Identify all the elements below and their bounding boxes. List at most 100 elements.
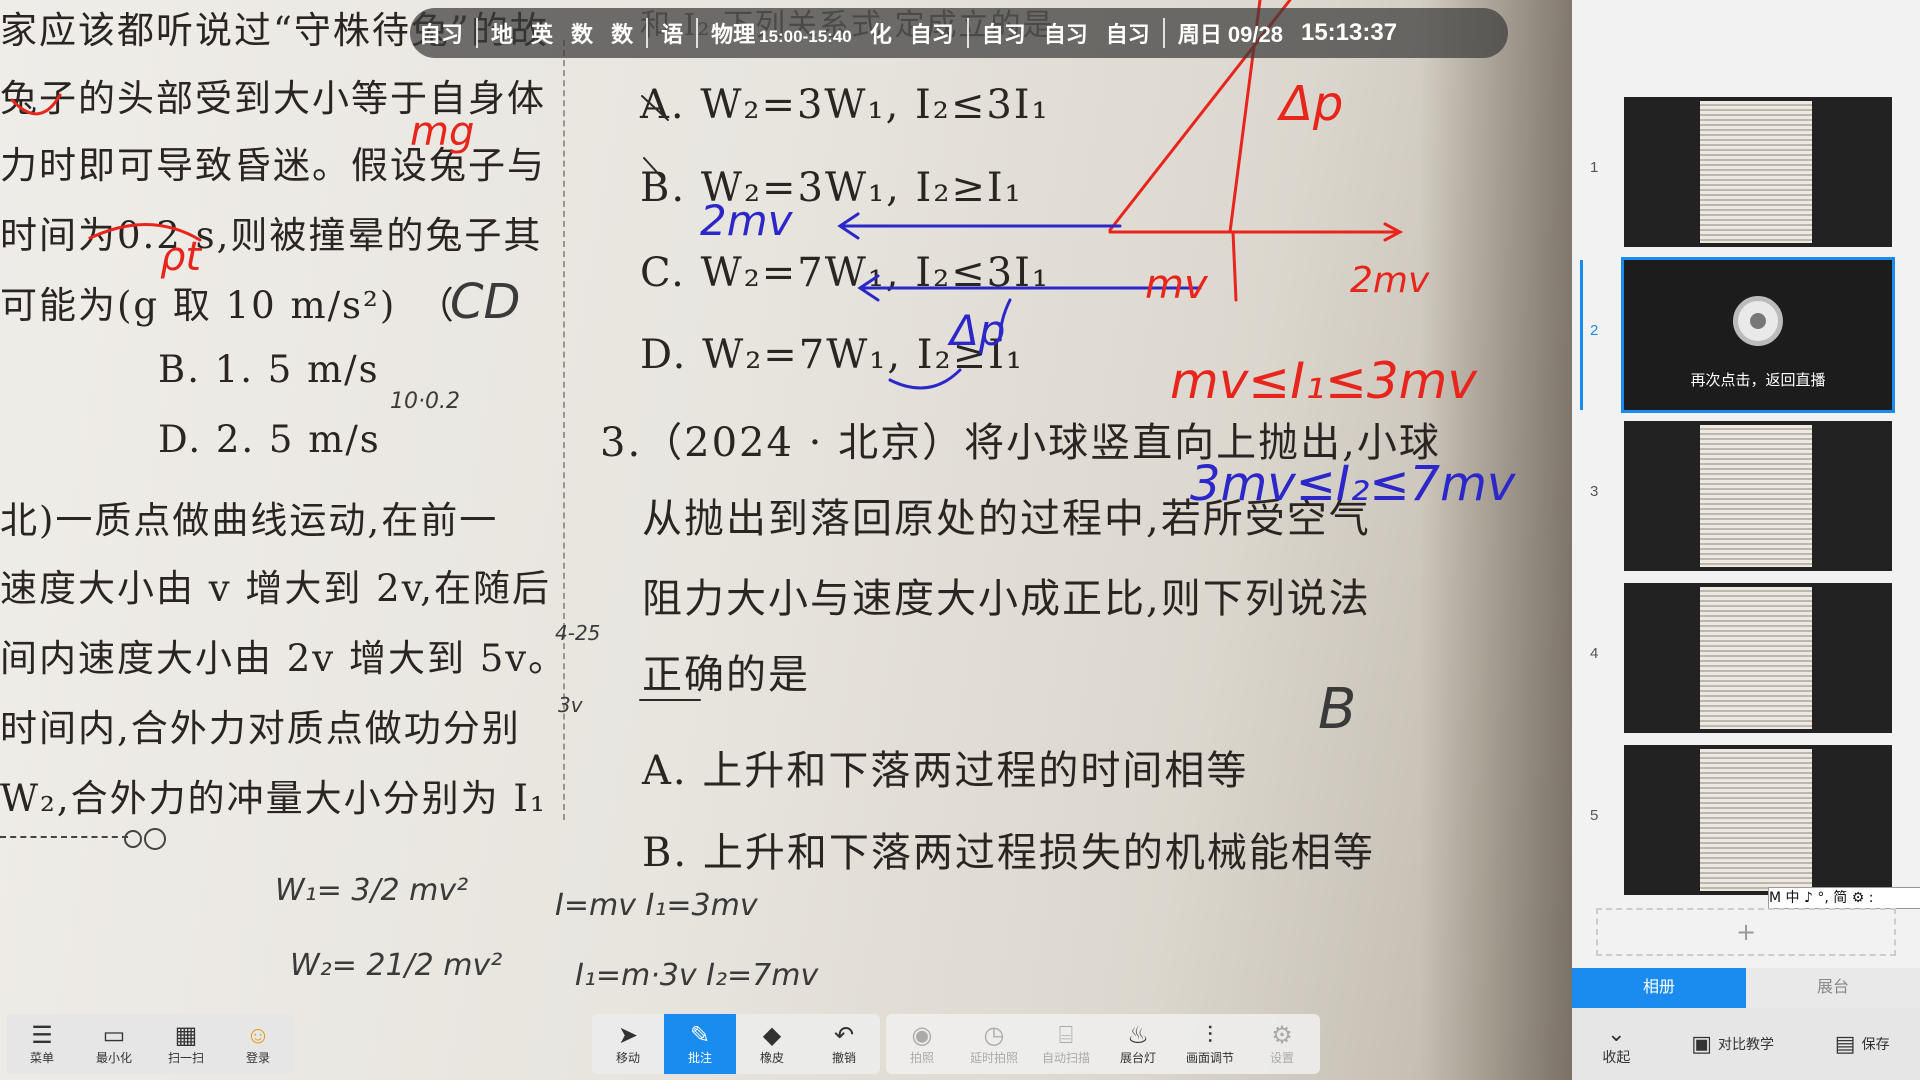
tab-album[interactable]: 相册: [1572, 968, 1746, 1008]
minimize-icon: ▭: [102, 1021, 126, 1049]
scan-icon: ⌸: [1058, 1021, 1074, 1049]
ink-2mv-red: 2mv: [1350, 260, 1430, 301]
ink-inequality-red: mv≤I₁≤3mv: [1170, 352, 1478, 410]
schedule-item: 自习: [419, 22, 464, 47]
undo-button[interactable]: ↶ 撤销: [808, 1014, 880, 1074]
annotation-toolbar: ➤ 移动 ✎ 批注 ◆ 橡皮 ↶ 撤销: [592, 1014, 880, 1074]
ink-i2-7mv: I₁=m·3v I₂=7mv: [575, 958, 819, 993]
move-label: 移动: [615, 1050, 640, 1065]
thumbnail-image[interactable]: [1624, 421, 1892, 571]
schedule-item: 自习: [1105, 22, 1150, 47]
ink-delta-p-red: Δp: [1276, 76, 1343, 132]
pen-icon: ✎: [689, 1021, 711, 1049]
photo-button[interactable]: ◉ 拍照: [886, 1014, 958, 1074]
gear-icon: ⚙: [1271, 1021, 1293, 1049]
red-arrow-2mv: [1108, 222, 1404, 242]
menu-label: 菜单: [29, 1050, 54, 1065]
ink-answer-cd: CD: [450, 274, 520, 330]
save-label: 保存: [1861, 1036, 1890, 1052]
ink-w1: W₁= 3/2 mv²: [275, 873, 468, 908]
timer-icon: ◷: [983, 1021, 1005, 1049]
ink-inequality-blue: 3mv≤I₂≤7mv: [1190, 456, 1516, 512]
main-toolbar: ☰ 菜单 ▭ 最小化 ▦ 扫一扫 ☺ 登录: [6, 1014, 294, 1074]
schedule-item: 自习: [981, 22, 1026, 47]
cursor-icon: ➤: [617, 1021, 639, 1049]
move-tool-button[interactable]: ➤ 移动: [592, 1014, 664, 1074]
thumbnail-number: 2: [1590, 322, 1599, 339]
schedule-item: 化: [869, 22, 892, 47]
thumbnail-item-selected[interactable]: 2 再次点击，返回直播: [1572, 257, 1920, 413]
menu-icon: ☰: [31, 1021, 53, 1049]
tab-booth[interactable]: 展台: [1746, 968, 1920, 1008]
annotation-ink-layer: Δp mg ρt mv 2mv mv≤I₁≤3mv 2mv Δp 3mv≤I₂≤…: [10, 0, 1516, 993]
thumbnail-item[interactable]: 4: [1572, 583, 1920, 733]
save-button[interactable]: ▤ 保存: [1835, 1031, 1890, 1057]
compare-icon: ▣: [1691, 1031, 1712, 1056]
minimize-button[interactable]: ▭ 最小化: [78, 1014, 150, 1074]
ink-2mv-blue: 2mv: [700, 196, 794, 245]
ink-rho-t: ρt: [160, 234, 202, 280]
qr-icon: ▦: [174, 1021, 198, 1049]
compare-label: 对比教学: [1717, 1036, 1774, 1052]
login-button[interactable]: ☺ 登录: [222, 1014, 294, 1074]
eraser-icon: ◆: [762, 1021, 782, 1049]
current-time-range: 15:00-15:40: [759, 27, 852, 46]
menu-button[interactable]: ☰ 菜单: [6, 1014, 78, 1074]
auto-scan-button[interactable]: ⌸ 自动扫描: [1030, 1014, 1102, 1074]
image-adjust-button[interactable]: ⫶ 画面调节: [1174, 1014, 1246, 1074]
separator: [476, 18, 479, 48]
thumbnail-image[interactable]: [1624, 745, 1892, 895]
collapse-button[interactable]: ⌄ 收起: [1602, 1021, 1630, 1067]
thumbnail-image[interactable]: [1624, 97, 1892, 247]
panel-tabs: 相册 展台: [1572, 968, 1920, 1008]
thumbnail-image[interactable]: [1624, 583, 1892, 733]
ink-w2: W₂= 21/2 mv²: [290, 948, 502, 983]
separator: [966, 18, 969, 48]
add-page-button[interactable]: +: [1596, 908, 1896, 956]
user-icon: ☺: [245, 1021, 271, 1049]
separator: [1162, 18, 1165, 48]
thumbnail-number: 3: [1590, 483, 1599, 500]
schedule-item: 数: [571, 22, 594, 47]
eraser-tool-button[interactable]: ◆ 橡皮: [736, 1014, 808, 1074]
live-thumbnail[interactable]: 再次点击，返回直播: [1621, 257, 1895, 413]
ime-toolbar[interactable]: M 中 ♪ °, 简 ⚙ :: [1768, 887, 1920, 909]
thumbnail-item[interactable]: 3: [1572, 421, 1920, 571]
undo-icon: ↶: [833, 1021, 855, 1049]
panel-footer: ⌄ 收起 ▣ 对比教学 ▤ 保存: [1572, 1008, 1920, 1080]
schedule-item: 自习: [1043, 22, 1088, 47]
ink-mg: mg: [410, 109, 474, 155]
chevron-down-icon: ⌄: [1607, 1021, 1626, 1046]
separator: [646, 18, 649, 48]
delayed-photo-label: 延时拍照: [969, 1050, 1018, 1065]
save-icon: ▤: [1834, 1031, 1856, 1056]
schedule-item: 数: [611, 22, 634, 47]
booth-lamp-label: 展台灯: [1119, 1050, 1156, 1065]
scan-qr-button[interactable]: ▦ 扫一扫: [150, 1014, 222, 1074]
ink-3v: 3v: [558, 693, 584, 717]
selection-indicator: [1580, 260, 1583, 410]
pen-label: 批注: [687, 1050, 712, 1065]
collapse-label: 收起: [1602, 1049, 1631, 1065]
thumbnail-item[interactable]: 1: [1572, 97, 1920, 247]
ink-mv: mv: [1145, 262, 1209, 308]
camera-icon: ◉: [911, 1021, 933, 1049]
current-class: 物理 15:00-15:40: [711, 17, 852, 49]
ink-4-25: 4-25: [555, 621, 600, 645]
thumbnail-number: 5: [1590, 807, 1599, 824]
pen-tool-button[interactable]: ✎ 批注: [664, 1014, 736, 1074]
ink-delta-p-blue: Δp: [947, 306, 1005, 355]
settings-button[interactable]: ⚙ 设置: [1246, 1014, 1318, 1074]
schedule-item: 英: [531, 22, 554, 47]
compare-teaching-button[interactable]: ▣ 对比教学: [1691, 1031, 1774, 1057]
camera-view[interactable]: 家应该都听说过“守株待兔”的故 兔子的头部受到大小等于自身体 力时即可导致昏迷。…: [0, 0, 1572, 1080]
lamp-icon: ♨: [1127, 1021, 1149, 1049]
ink-i-mv: I=mv I₁=3mv: [555, 888, 759, 923]
booth-lamp-button[interactable]: ♨ 展台灯: [1102, 1014, 1174, 1074]
schedule-status-bar: 自习 地 英 数 数 语 物理 15:00-15:40 化 自习 自习 自习 自…: [410, 8, 1508, 58]
thumbnail-item[interactable]: 5: [1572, 745, 1920, 895]
delayed-photo-button[interactable]: ◷ 延时拍照: [958, 1014, 1030, 1074]
separator: [696, 18, 699, 48]
schedule-item: 地: [491, 22, 514, 47]
auto-scan-label: 自动扫描: [1041, 1050, 1090, 1065]
